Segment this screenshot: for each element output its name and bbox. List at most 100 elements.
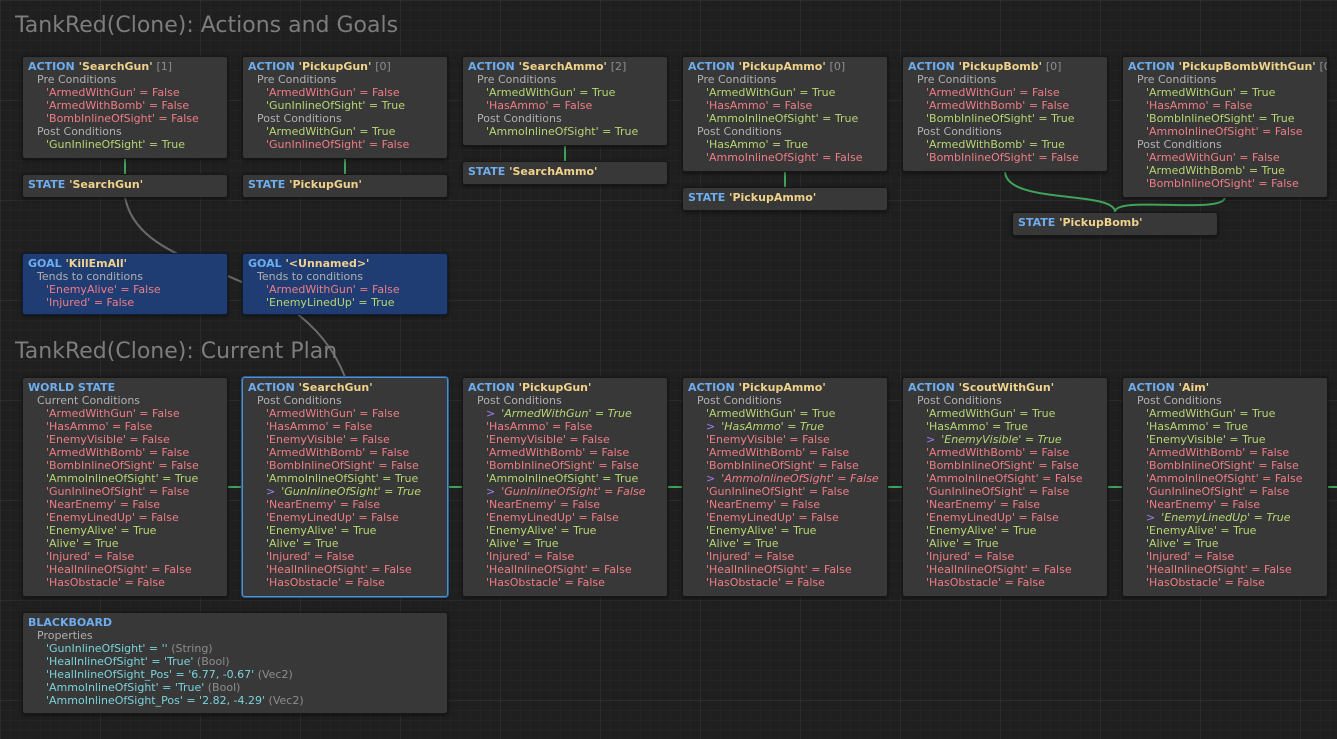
node-name: 'PickupBomb' — [958, 60, 1042, 73]
condition-row: 'ArmedWithGun' = False — [46, 407, 180, 420]
condition-row: 'NearEnemy' = False — [46, 498, 161, 511]
condition-row: 'HealInlineOfSight' = False — [486, 563, 632, 576]
node-name: 'KillEmAll' — [65, 257, 128, 270]
section-label: Pre Conditions — [257, 73, 337, 86]
condition-row: 'EnemyAlive' = True — [46, 524, 157, 537]
condition-row: 'HasAmmo' = False — [266, 420, 373, 433]
condition-row: 'HealInlineOfSight' = False — [1146, 563, 1292, 576]
condition-row: 'EnemyAlive' = False — [46, 283, 161, 296]
condition-row: 'EnemyAlive' = True — [1146, 524, 1257, 537]
condition-row: 'EnemyAlive' = True — [926, 524, 1037, 537]
section-label: Post Conditions — [257, 394, 342, 407]
condition-row: 'NearEnemy' = False — [926, 498, 1041, 511]
action-node[interactable]: ACTION 'SearchAmmo' [2] Pre Conditions 'Ar… — [462, 56, 668, 146]
condition-row: 'HasObstacle' = False — [926, 576, 1045, 589]
plan-action-node[interactable]: ACTION 'SearchGun' Post Conditions 'ArmedW… — [242, 377, 448, 597]
plan-action-node[interactable]: ACTION 'ScoutWithGun' Post Conditions 'Arm… — [902, 377, 1108, 597]
condition-row: 'BombInlineOfSight' = False — [46, 459, 199, 472]
condition-row-changed: > 'GunInlineOfSight' = False — [486, 485, 646, 498]
node-header: ACTION 'SearchGun' — [248, 381, 373, 394]
property-type: (String) — [171, 642, 213, 655]
node-count: [2] — [610, 60, 627, 73]
node-header: ACTION 'ScoutWithGun' — [908, 381, 1055, 394]
condition-row: 'Injured' = False — [266, 550, 355, 563]
condition-row: 'Alive' = True — [1146, 537, 1219, 550]
condition-row-changed: > 'ArmedWithGun' = True — [486, 407, 632, 420]
goal-node[interactable]: GOAL 'KillEmAll' Tends to conditions 'Enem… — [22, 253, 228, 315]
condition-row: 'EnemyVisible' = True — [1146, 433, 1266, 446]
change-arrow-icon: > — [706, 420, 716, 433]
node-name: 'SearchGun' — [78, 60, 153, 73]
condition-row: 'EnemyVisible' = False — [486, 433, 610, 446]
condition-row: 'ArmedWithGun' = True — [266, 125, 396, 138]
condition-row: 'GunInlineOfSight' = False — [266, 138, 410, 151]
node-header: STATE 'PickupBomb' — [1018, 216, 1143, 229]
condition-row: 'ArmedWithGun' = True — [486, 86, 616, 99]
section-label: Properties — [37, 629, 93, 642]
action-node[interactable]: ACTION 'SearchGun' [1] Pre Conditions 'Arm… — [22, 56, 228, 159]
node-name: 'PickupAmmo' — [738, 60, 826, 73]
condition-row: 'ArmedWithBomb' = False — [46, 99, 190, 112]
condition-row: 'ArmedWithGun' = False — [46, 86, 180, 99]
condition-row: 'Injured' = False — [926, 550, 1015, 563]
condition-row: 'HasObstacle' = False — [1146, 576, 1265, 589]
section-label: Pre Conditions — [917, 73, 997, 86]
node-header: WORLD STATE — [28, 381, 116, 394]
action-node[interactable]: ACTION 'PickupAmmo' [0] Pre Conditions 'Ar… — [682, 56, 888, 172]
node-header: ACTION 'PickupAmmo' [0] — [688, 60, 846, 73]
condition-row-changed: > 'AmmoInlineOfSight' = False — [706, 472, 879, 485]
node-name: 'ScoutWithGun' — [958, 381, 1055, 394]
blackboard-node[interactable]: BLACKBOARD Properties 'GunInlineOfSight' =… — [22, 612, 448, 714]
condition-row: 'GunInlineOfSight' = True — [266, 99, 405, 112]
condition-row: 'ArmedWithBomb' = False — [46, 446, 190, 459]
section-label: Post Conditions — [917, 394, 1002, 407]
condition-row: 'AmmoInlineOfSight' = False — [926, 472, 1083, 485]
section-label: Post Conditions — [697, 394, 782, 407]
wire-pickupbombwithgun-state — [1114, 196, 1226, 213]
condition-row: 'NearEnemy' = False — [266, 498, 381, 511]
section-title-actions-goals: TankRed(Clone): Actions and Goals — [15, 13, 399, 38]
condition-row: 'ArmedWithBomb' = True — [1146, 164, 1285, 177]
condition-row: 'ArmedWithBomb' = False — [266, 446, 410, 459]
node-header: GOAL '<Unnamed>' — [248, 257, 370, 270]
condition-row: 'Alive' = True — [266, 537, 339, 550]
node-name: 'PickupGun' — [518, 381, 592, 394]
condition-row: 'ArmedWithGun' = True — [706, 86, 836, 99]
section-label: Post Conditions — [1137, 138, 1222, 151]
action-node[interactable]: ACTION 'PickupGun' [0] Pre Conditions 'Arm… — [242, 56, 448, 159]
node-count: [1] — [156, 60, 173, 73]
node-header: ACTION 'SearchGun' [1] — [28, 60, 173, 73]
state-node[interactable]: STATE 'SearchAmmo' — [462, 161, 668, 185]
state-node[interactable]: STATE 'SearchGun' — [22, 174, 228, 198]
condition-row: 'HasAmmo' = False — [486, 420, 593, 433]
world-state-node[interactable]: WORLD STATE Current Conditions 'ArmedWithG… — [22, 377, 228, 597]
state-node[interactable]: STATE 'PickupGun' — [242, 174, 448, 198]
plan-action-node[interactable]: ACTION 'PickupAmmo' Post Conditions 'Armed… — [682, 377, 888, 597]
section-label: Pre Conditions — [697, 73, 777, 86]
condition-row: 'HealInlineOfSight' = False — [926, 563, 1072, 576]
condition-row: 'GunInlineOfSight' = True — [46, 138, 185, 151]
action-node[interactable]: ACTION 'PickupBomb' [0] Pre Conditions 'Ar… — [902, 56, 1108, 172]
goal-node[interactable]: GOAL '<Unnamed>' Tends to conditions 'Arme… — [242, 253, 448, 315]
section-title-current-plan: TankRed(Clone): Current Plan — [15, 339, 338, 364]
plan-action-node[interactable]: ACTION 'Aim' Post Conditions 'ArmedWithGun… — [1122, 377, 1328, 597]
condition-row: 'EnemyLinedUp' = False — [926, 511, 1059, 524]
condition-row: 'HasObstacle' = False — [486, 576, 605, 589]
condition-row: 'HealInlineOfSight' = False — [266, 563, 412, 576]
section-label: Post Conditions — [37, 125, 122, 138]
node-name: 'SearchGun' — [69, 178, 144, 191]
node-header: ACTION 'SearchAmmo' [2] — [468, 60, 627, 73]
state-node[interactable]: STATE 'PickupAmmo' — [682, 187, 888, 211]
condition-row: 'Alive' = True — [926, 537, 999, 550]
property-type: (Bool) — [196, 655, 230, 668]
change-arrow-icon: > — [706, 472, 716, 485]
action-node[interactable]: ACTION 'PickupBombWithGun' [0]Pre Condit… — [1122, 56, 1328, 198]
state-node[interactable]: STATE 'PickupBomb' — [1012, 212, 1218, 236]
condition-row: 'EnemyAlive' = True — [486, 524, 597, 537]
node-header: ACTION 'PickupBombWithGun' [0] — [1128, 60, 1327, 73]
node-name: 'SearchAmmo' — [509, 165, 598, 178]
condition-row: 'NearEnemy' = False — [1146, 498, 1261, 511]
section-label: Pre Conditions — [477, 73, 557, 86]
plan-action-node[interactable]: ACTION 'PickupGun' Post Conditions > 'Armed… — [462, 377, 668, 597]
node-name: 'PickupBomb' — [1059, 216, 1143, 229]
